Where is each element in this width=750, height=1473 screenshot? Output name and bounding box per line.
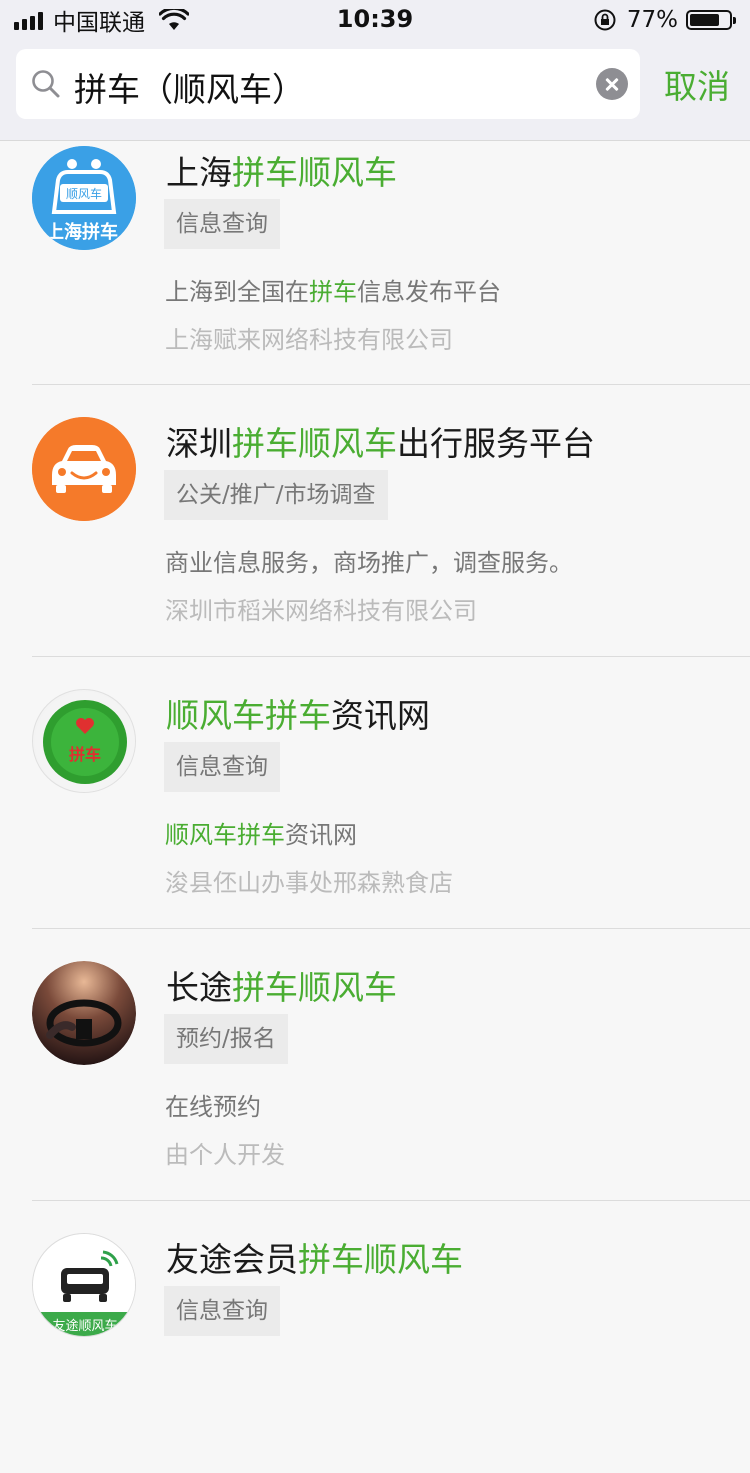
result-description: 商业信息服务，商场推广，调查服务。	[165, 549, 573, 577]
svg-text:上海拼车: 上海拼车	[46, 221, 118, 243]
search-query[interactable]: 拼车（顺风车）	[74, 63, 305, 111]
search-icon	[32, 70, 60, 98]
developer-name: 浚县伾山办事处邢森熟食店	[165, 869, 453, 897]
steering-wheel-photo	[32, 961, 136, 1065]
avatar: 友途顺风车	[32, 1233, 136, 1337]
avatar	[32, 961, 136, 1065]
orientation-lock-icon	[594, 9, 616, 31]
result-description: 上海到全国在拼车信息发布平台	[165, 278, 501, 306]
search-header: 拼车（顺风车） 取消	[0, 40, 750, 141]
category-tag: 预约/报名	[164, 1014, 288, 1064]
list-item[interactable]: 友途顺风车 友途会员拼车顺风车 信息查询	[0, 1201, 750, 1473]
list-item[interactable]: 拼车 顺风车拼车资讯网 信息查询 顺风车拼车资讯网 浚县伾山办事处邢森熟食店	[0, 657, 750, 929]
carpool-news-badge-logo: 拼车	[35, 692, 135, 792]
status-right: 77%	[593, 6, 736, 34]
result-title: 长途拼车顺风车	[166, 968, 397, 1007]
carpool-car-logo: 顺风车 上海拼车	[32, 146, 136, 250]
battery-level-fill	[690, 14, 719, 26]
avatar	[32, 417, 136, 521]
category-tag: 信息查询	[164, 742, 280, 792]
result-title: 深圳拼车顺风车出行服务平台	[166, 424, 595, 463]
developer-name: 由个人开发	[165, 1141, 285, 1169]
result-title: 上海拼车顺风车	[166, 153, 397, 192]
list-item[interactable]: 长途拼车顺风车 预约/报名 在线预约 由个人开发	[0, 929, 750, 1201]
clear-icon[interactable]	[596, 68, 628, 100]
result-title: 友途会员拼车顺风车	[166, 1240, 463, 1279]
avatar: 顺风车 上海拼车	[32, 146, 136, 250]
result-description: 顺风车拼车资讯网	[165, 821, 357, 849]
category-tag: 公关/推广/市场调查	[164, 470, 388, 520]
svg-text:拼车: 拼车	[69, 745, 101, 764]
result-description: 在线预约	[165, 1093, 261, 1121]
result-title: 顺风车拼车资讯网	[166, 696, 430, 735]
search-input[interactable]: 拼车（顺风车）	[16, 49, 640, 119]
battery-percent: 77%	[626, 7, 678, 33]
developer-name: 上海赋来网络科技有限公司	[165, 326, 453, 354]
list-item[interactable]: 深圳拼车顺风车出行服务平台 公关/推广/市场调查 商业信息服务，商场推广，调查服…	[0, 385, 750, 657]
svg-text:顺风车: 顺风车	[66, 186, 102, 201]
developer-name: 深圳市稻米网络科技有限公司	[165, 597, 477, 625]
category-tag: 信息查询	[164, 1286, 280, 1336]
cancel-button[interactable]: 取消	[664, 60, 730, 108]
avatar: 拼车	[32, 689, 136, 793]
status-bar: 中国联通 10:39 77%	[0, 0, 750, 40]
search-results-list: 顺风车 上海拼车 上海拼车顺风车 信息查询 上海到全国在拼车信息发布平台 上海赋…	[0, 141, 750, 1473]
svg-text:友途顺风车: 友途顺风车	[52, 1318, 117, 1334]
category-tag: 信息查询	[164, 199, 280, 249]
battery-icon	[686, 10, 736, 30]
list-item[interactable]: 顺风车 上海拼车 上海拼车顺风车 信息查询 上海到全国在拼车信息发布平台 上海赋…	[0, 141, 750, 385]
smiling-car-logo	[32, 417, 136, 521]
youtu-car-logo: 友途顺风车	[33, 1234, 135, 1336]
